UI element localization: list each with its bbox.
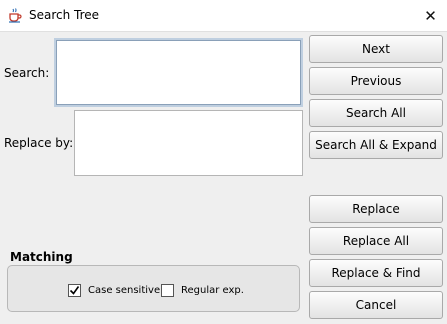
close-icon: ✕ <box>424 6 437 25</box>
regular-exp-label: Regular exp. <box>181 285 244 296</box>
case-sensitive-checkbox[interactable] <box>68 284 81 297</box>
cancel-button[interactable]: Cancel <box>309 291 443 319</box>
previous-button[interactable]: Previous <box>309 67 443 95</box>
search-label: Search: <box>4 66 50 80</box>
case-sensitive-label: Case sensitive <box>88 285 161 296</box>
replace-button[interactable]: Replace <box>309 195 443 223</box>
replace-label: Replace by: <box>4 136 74 150</box>
search-all-button[interactable]: Search All <box>309 99 443 127</box>
regular-exp-checkbox[interactable] <box>161 284 174 297</box>
next-button[interactable]: Next <box>309 35 443 63</box>
search-tree-dialog: Search Tree ✕ Search: Replace by: Next P… <box>0 0 447 324</box>
search-all-expand-button[interactable]: Search All & Expand <box>309 131 443 159</box>
replace-all-button[interactable]: Replace All <box>309 227 443 255</box>
replace-input[interactable] <box>74 110 303 176</box>
matching-title: Matching <box>10 250 73 264</box>
search-input[interactable] <box>54 38 303 107</box>
close-button[interactable]: ✕ <box>414 0 447 31</box>
replace-and-find-button[interactable]: Replace & Find <box>309 259 443 287</box>
checkmark-icon <box>69 281 80 300</box>
title-bar: Search Tree ✕ <box>0 0 447 32</box>
window-title: Search Tree <box>29 8 100 22</box>
java-coffee-cup-icon <box>7 7 23 23</box>
